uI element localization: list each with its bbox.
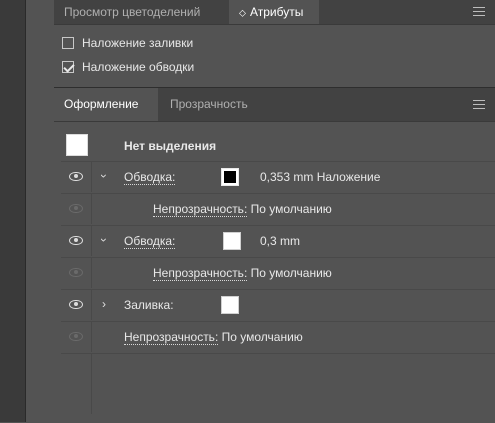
- stroke-link[interactable]: Обводка:: [124, 170, 176, 185]
- chevron-down-icon[interactable]: ›: [97, 234, 111, 246]
- visibility-toggle[interactable]: [61, 226, 92, 256]
- stroke-value: 0,3 mm: [260, 234, 301, 248]
- stroke-row[interactable]: › Обводка: 0,353 mm Наложение: [61, 162, 495, 194]
- eye-icon[interactable]: [69, 204, 83, 213]
- overprint-stroke-checkbox[interactable]: [62, 61, 74, 73]
- stroke-color-swatch[interactable]: [221, 168, 239, 186]
- fill-row[interactable]: › Заливка:: [61, 290, 495, 322]
- visibility-toggle[interactable]: [61, 322, 92, 352]
- left-toolbar-strip: [0, 0, 26, 422]
- opacity-row[interactable]: Непрозрачность: По умолчанию: [61, 258, 495, 290]
- panel-gap: [26, 0, 54, 422]
- tab-label: Прозрачность: [170, 97, 248, 111]
- tab-label: Атрибуты: [250, 5, 304, 19]
- tab-label: Просмотр цветоделений: [64, 5, 201, 19]
- visibility-toggle[interactable]: [61, 290, 92, 320]
- eye-icon[interactable]: [69, 332, 83, 341]
- eye-icon[interactable]: [69, 300, 83, 309]
- appearance-list: Нет выделения › Обводка: 0,353 mm Наложе…: [61, 131, 495, 414]
- overprint-fill-checkbox[interactable]: [62, 37, 74, 49]
- tab-label: Оформление: [64, 97, 139, 111]
- eye-icon[interactable]: [69, 172, 83, 181]
- stroke-value: 0,353 mm Наложение: [260, 170, 381, 184]
- visibility-toggle[interactable]: [61, 194, 92, 224]
- tab-attributes[interactable]: ⬦ Атрибуты: [229, 0, 319, 24]
- checkbox-label: Наложение заливки: [82, 36, 194, 50]
- stroke-color-swatch[interactable]: [223, 232, 241, 250]
- selection-thumbnail: [66, 134, 88, 156]
- empty-list-area: [61, 354, 495, 414]
- attributes-tabbar: Просмотр цветоделений ⬦ Атрибуты: [54, 0, 495, 25]
- chevron-right-icon[interactable]: ›: [98, 298, 110, 310]
- tab-appearance[interactable]: Оформление: [54, 88, 158, 121]
- fill-label: Заливка:: [124, 298, 174, 312]
- overprint-stroke-option[interactable]: Наложение обводки: [62, 58, 194, 76]
- stroke-row[interactable]: › Обводка: 0,3 mm: [61, 226, 495, 258]
- selection-header-row: Нет выделения: [61, 131, 495, 162]
- tab-transparency[interactable]: Прозрачность: [160, 88, 260, 121]
- checkbox-label: Наложение обводки: [82, 60, 195, 74]
- eye-icon[interactable]: [69, 268, 83, 277]
- opacity-link[interactable]: Непрозрачность:: [153, 202, 248, 217]
- appearance-panel: Оформление Прозрачность Нет выделения › …: [54, 87, 495, 423]
- chevron-down-icon[interactable]: ›: [97, 170, 111, 182]
- appearance-tabbar: Оформление Прозрачность: [54, 88, 495, 122]
- overprint-fill-option[interactable]: Наложение заливки: [62, 34, 193, 52]
- tab-separations-preview[interactable]: Просмотр цветоделений: [54, 0, 228, 24]
- opacity-link[interactable]: Непрозрачность:: [153, 266, 248, 281]
- opacity-link[interactable]: Непрозрачность:: [124, 330, 219, 345]
- visibility-toggle[interactable]: [61, 162, 92, 192]
- attributes-panel: Просмотр цветоделений ⬦ Атрибуты Наложени…: [54, 0, 495, 85]
- stroke-link[interactable]: Обводка:: [124, 234, 176, 249]
- visibility-toggle[interactable]: [61, 258, 92, 288]
- opacity-value: По умолчанию: [221, 330, 303, 344]
- fill-color-swatch[interactable]: [221, 296, 239, 314]
- opacity-value: По умолчанию: [250, 202, 332, 216]
- opacity-value: По умолчанию: [250, 266, 332, 280]
- tab-collapse-icon[interactable]: ⬦: [239, 8, 246, 19]
- panel-menu-icon[interactable]: [473, 100, 485, 110]
- eye-icon[interactable]: [69, 236, 83, 245]
- selection-label: Нет выделения: [124, 139, 217, 153]
- panel-menu-icon[interactable]: [473, 7, 485, 17]
- opacity-row[interactable]: Непрозрачность: По умолчанию: [61, 322, 495, 354]
- opacity-row[interactable]: Непрозрачность: По умолчанию: [61, 194, 495, 226]
